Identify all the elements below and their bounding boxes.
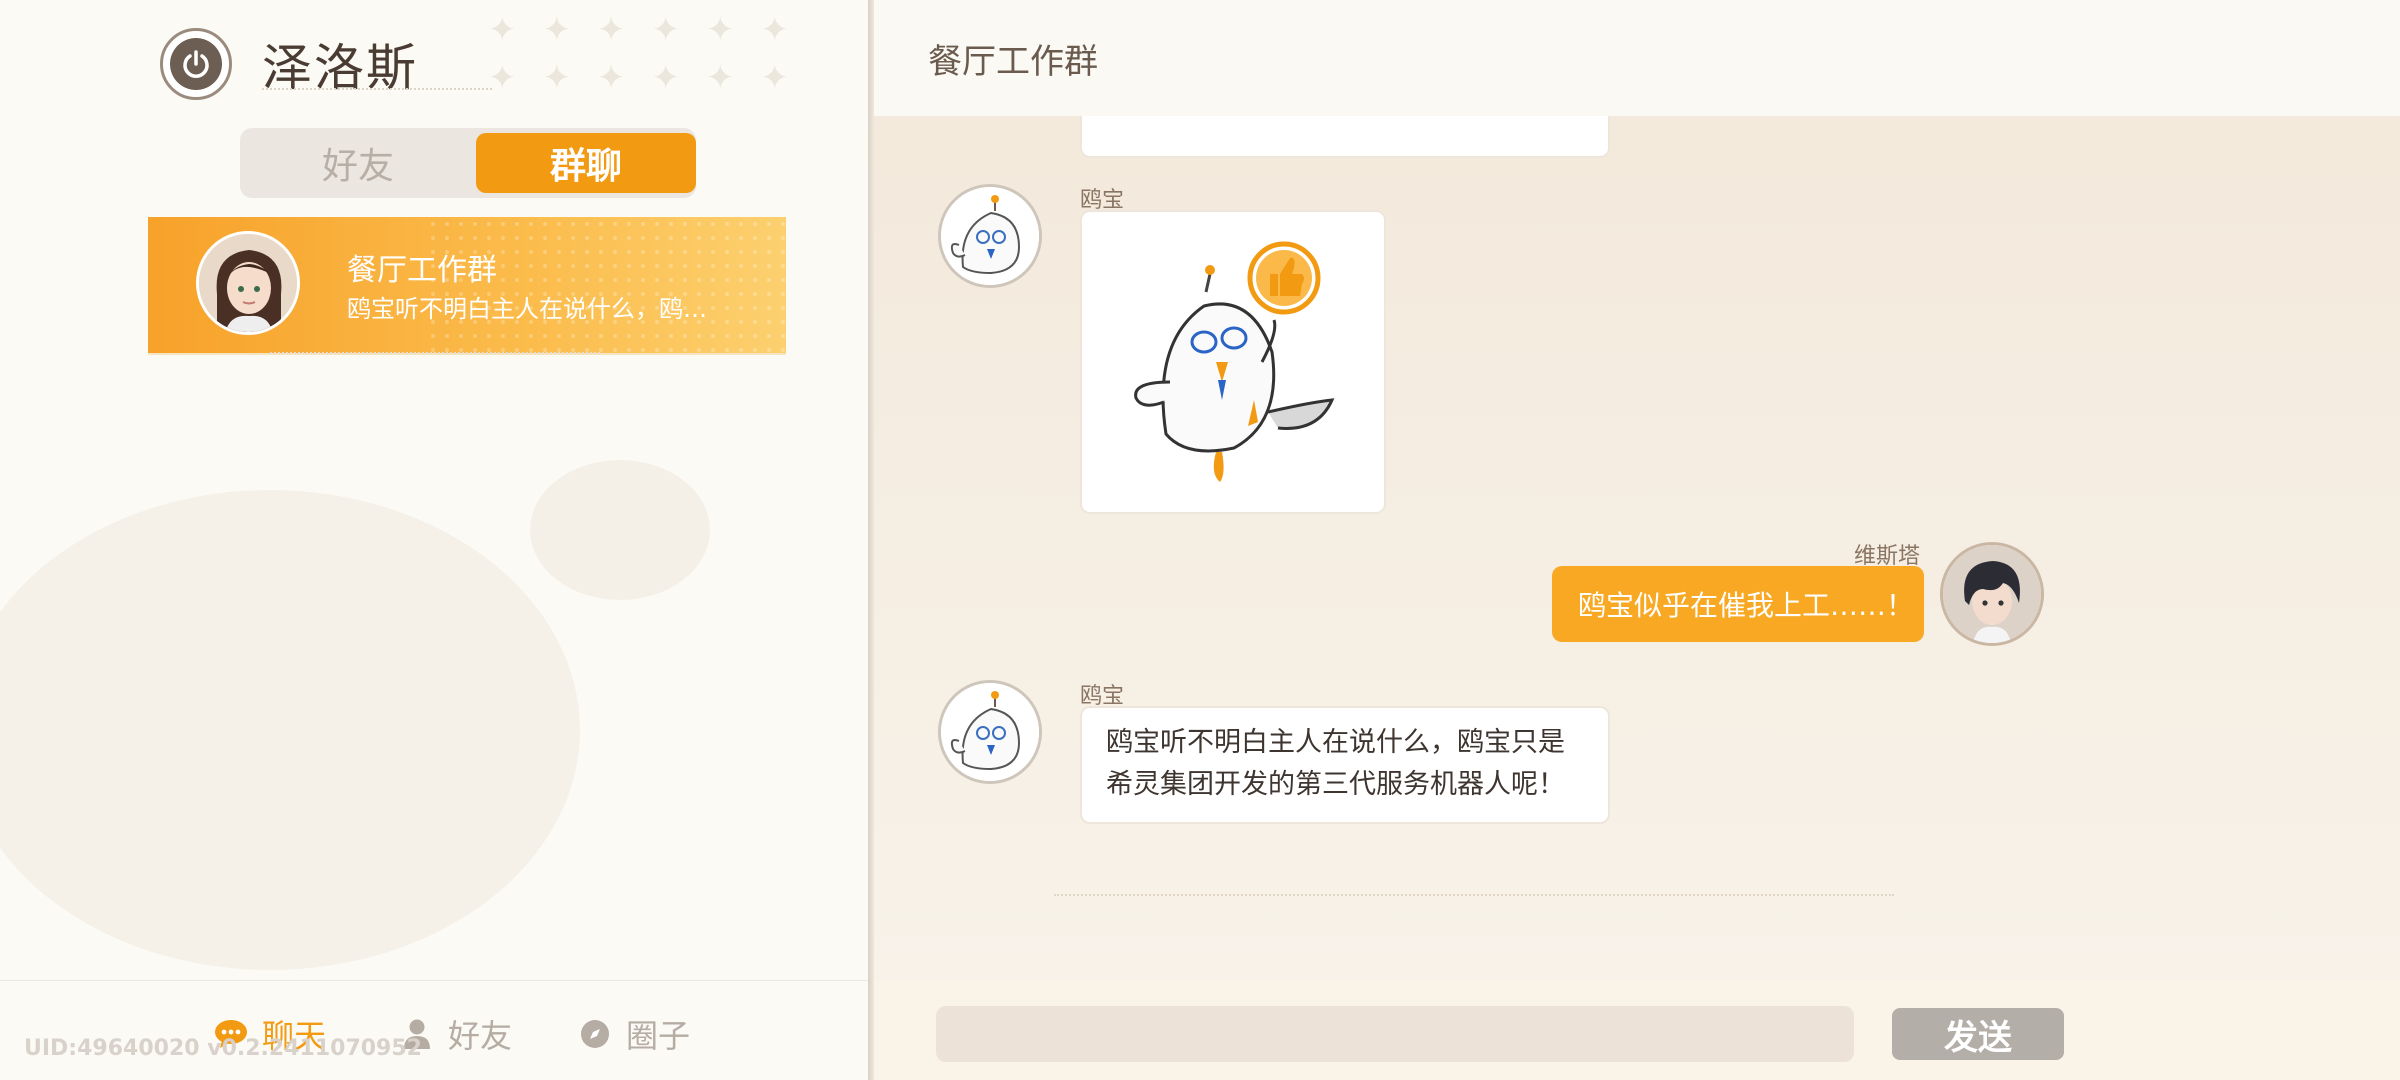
sidebar: ✦✦✦✦✦✦ ✦✦✦✦✦✦ 泽洛斯 好友 群聊 餐厅工作群 鸥宝听不明白主人在说… xyxy=(0,0,868,1080)
chat-panel: 大加油的！ 餐厅工作群 鸥宝 xyxy=(874,0,2400,1080)
plus-pattern-decoration: ✦✦✦✦✦✦ xyxy=(488,10,815,50)
message-text: 希灵集团开发的第三代服务机器人呢！ xyxy=(1106,769,1565,800)
tab-friends[interactable]: 好友 xyxy=(248,133,468,193)
nav-circle[interactable]: 圈子 xyxy=(578,1010,690,1058)
conversation-preview: 鸥宝听不明白主人在说什么，鸥… xyxy=(347,295,707,323)
sticker-bubble[interactable] xyxy=(1080,210,1386,514)
contact-type-toggle: 好友 群聊 xyxy=(240,128,696,198)
chat-header: 餐厅工作群 xyxy=(874,0,2400,116)
nav-circle-label: 圈子 xyxy=(626,1017,691,1055)
message-bubble-self: 鸥宝似乎在催我上工……！ xyxy=(1552,566,1924,642)
message-bubble: 鸥宝听不明白主人在说什么，鸥宝只是 希灵集团开发的第三代服务机器人呢！ xyxy=(1080,706,1610,824)
message-text: 鸥宝听不明白主人在说什么，鸥宝只是 xyxy=(1106,727,1565,758)
conversation-name: 餐厅工作群 xyxy=(347,253,497,288)
chat-title: 餐厅工作群 xyxy=(928,42,1098,82)
divider xyxy=(262,88,492,92)
compass-icon xyxy=(578,1017,612,1051)
divider xyxy=(270,352,600,354)
avatar xyxy=(196,231,300,335)
avatar[interactable] xyxy=(938,184,1042,288)
message-text: 鸥宝似乎在催我上工……！ xyxy=(1578,589,1915,622)
avatar[interactable] xyxy=(1940,542,2044,646)
nav-friends-label: 好友 xyxy=(448,1017,513,1055)
tab-group-chat[interactable]: 群聊 xyxy=(476,133,696,193)
send-button[interactable]: 发送 xyxy=(1892,1008,2064,1060)
power-button[interactable] xyxy=(160,28,232,100)
background-decoration xyxy=(530,460,710,600)
conversation-item[interactable]: 餐厅工作群 鸥宝听不明白主人在说什么，鸥… xyxy=(148,217,786,353)
avatar[interactable] xyxy=(938,680,1042,784)
thumbs-up-duck-sticker xyxy=(1134,241,1335,482)
background-decoration xyxy=(0,490,580,970)
power-icon xyxy=(170,38,222,90)
divider xyxy=(1054,894,1894,896)
message-input[interactable] xyxy=(936,1006,1854,1062)
uid-version-label: UID:49640020 v0.2.2411070952 xyxy=(24,1036,422,1061)
plus-pattern-decoration: ✦✦✦✦✦✦ xyxy=(488,58,815,98)
